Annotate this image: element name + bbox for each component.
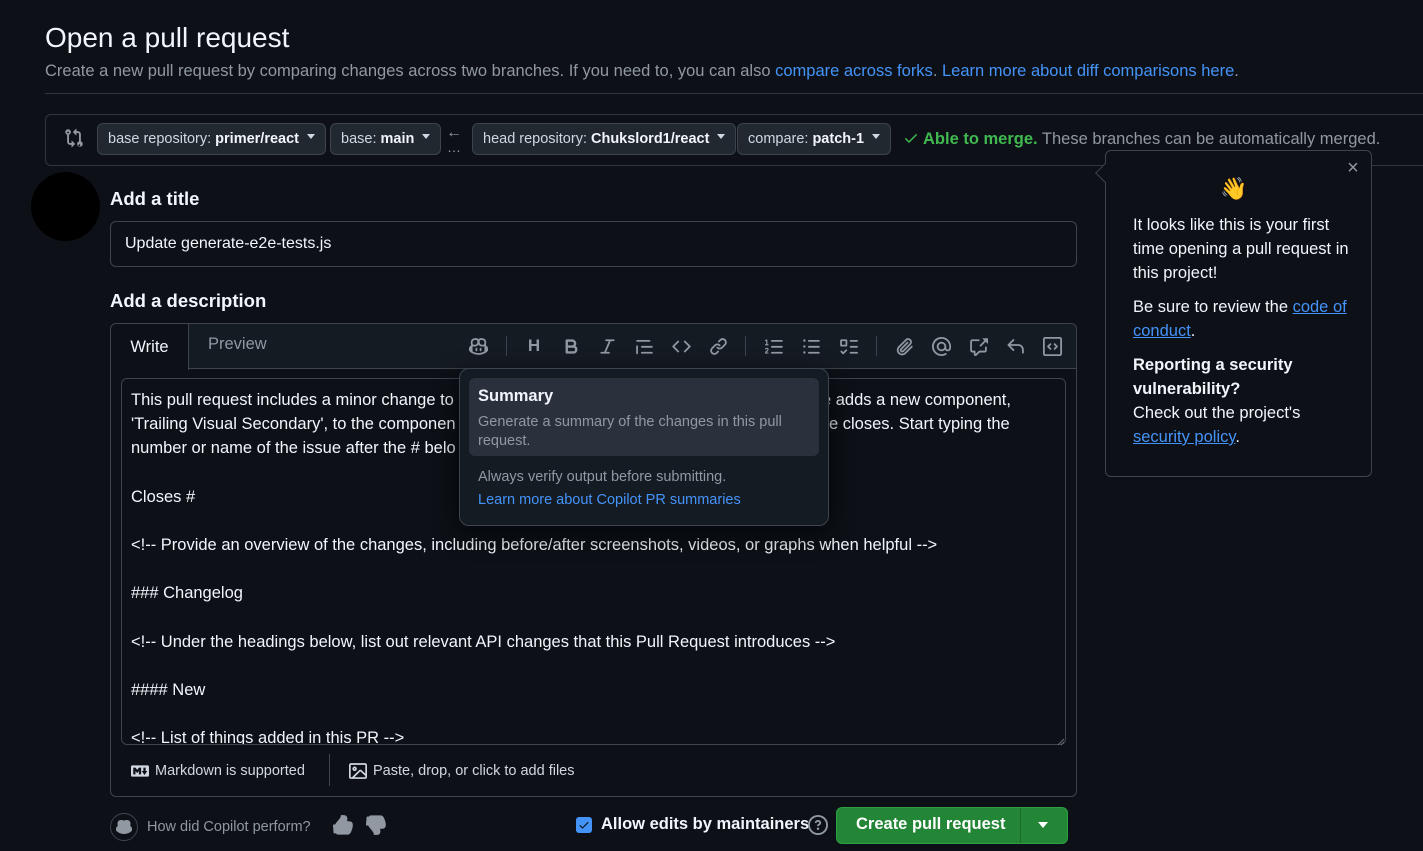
markdown-icon [131, 765, 149, 777]
learn-diff-link[interactable]: Learn more about diff comparisons here [942, 62, 1234, 80]
ordered-list-icon[interactable] [763, 335, 785, 357]
textarea-line: #### New [131, 681, 206, 699]
code-icon[interactable] [670, 335, 692, 357]
copilot-menu-item-title[interactable]: Summary [478, 387, 553, 406]
toolbar-separator [876, 336, 877, 356]
italic-icon[interactable] [596, 335, 618, 357]
heading-icon[interactable]: H [523, 335, 545, 357]
head-repository-select[interactable]: head repository: Chukslord1/react [472, 123, 737, 155]
footer-divider [329, 754, 330, 786]
page-subtitle: Create a new pull request by comparing c… [45, 62, 1239, 80]
thumbs-up-icon[interactable] [332, 815, 355, 837]
page-title: Open a pull request [45, 22, 290, 53]
security-policy-link[interactable]: security policy [1133, 428, 1235, 446]
link-icon[interactable] [707, 335, 729, 357]
cross-reference-icon[interactable] [967, 335, 989, 357]
create-options-dropdown[interactable] [1038, 822, 1048, 828]
tooltip-review: Be sure to review the code of conduct. [1133, 298, 1347, 340]
textarea-line: <!-- List of things added in this PR --> [131, 729, 405, 744]
copilot-feedback-icon [110, 813, 138, 841]
attach-files[interactable]: Paste, drop, or click to add files [349, 762, 575, 780]
resize-handle-icon[interactable] [1055, 733, 1065, 746]
textarea-line: <!-- Under the headings below, list out … [131, 633, 836, 651]
compare-branch-select[interactable]: compare: patch-1 [737, 123, 892, 155]
allow-edits-label[interactable]: Allow edits by maintainers [601, 815, 809, 834]
quote-icon[interactable] [633, 335, 655, 357]
compare-forks-link[interactable]: compare across forks [775, 62, 933, 80]
allow-edits-checkbox[interactable] [576, 817, 592, 833]
base-repository-select[interactable]: base repository: primer/react [97, 123, 326, 155]
merge-status: Able to merge. These branches can be aut… [903, 130, 1380, 149]
markdown-supported[interactable]: Markdown is supported [131, 762, 305, 780]
textarea-line: 'Trailing Visual Secondary', to the comp… [131, 415, 456, 433]
copilot-feedback-question: How did Copilot perform? [147, 819, 311, 835]
reply-icon[interactable] [1004, 335, 1026, 357]
copilot-learn-more-link[interactable]: Learn more about Copilot PR summaries [478, 492, 741, 508]
unordered-list-icon[interactable] [800, 335, 822, 357]
tooltip-security-heading: Reporting a security vulnerability? [1133, 356, 1293, 398]
tooltip-intro: It looks like this is your first time op… [1133, 216, 1349, 282]
textarea-line: This pull request includes a minor chang… [131, 391, 454, 409]
caret-down-icon [717, 134, 726, 139]
base-branch-select[interactable]: base: main [330, 123, 442, 155]
textarea-line: <!-- Provide an overview of the changes,… [131, 536, 938, 554]
toolbar-separator [745, 336, 746, 356]
title-label: Add a title [110, 188, 200, 209]
description-label: Add a description [110, 290, 267, 311]
paperclip-icon[interactable] [893, 335, 915, 357]
check-icon [905, 134, 917, 143]
copilot-menu-item-description: Generate a summary of the changes in thi… [478, 414, 782, 449]
title-input[interactable]: Update generate-e2e-tests.js [110, 221, 1077, 267]
toolbar-separator [506, 336, 507, 356]
textarea-overflow-clip: <!-- List of things added in this PR --> [122, 729, 1065, 744]
task-list-icon[interactable] [837, 335, 859, 357]
close-icon[interactable]: × [1343, 157, 1363, 179]
avatar[interactable] [31, 172, 100, 241]
copilot-menu-note: Always verify output before submitting. [478, 469, 727, 485]
button-divider [1020, 808, 1021, 843]
caret-down-icon [422, 134, 431, 139]
bold-icon[interactable] [560, 335, 582, 357]
wave-emoji: 👋 [1220, 176, 1248, 201]
create-pull-request-label[interactable]: Create pull request [856, 815, 1005, 834]
textarea-line: ### Changelog [131, 584, 243, 602]
textarea-line: e closes. Start typing the [829, 415, 1010, 433]
tab-write[interactable]: Write [111, 324, 189, 370]
ellipsis-icon: … [447, 139, 462, 155]
tab-preview[interactable]: Preview [208, 335, 267, 354]
thumbs-down-icon[interactable] [365, 815, 388, 837]
header-divider [45, 93, 1423, 94]
mention-icon[interactable] [930, 335, 952, 357]
textarea-line: number or name of the issue after the # … [131, 439, 456, 457]
git-compare-icon [64, 128, 84, 148]
caret-down-icon [872, 134, 881, 139]
tooltip-security: Check out the project's security policy. [1133, 404, 1301, 446]
slash-command-icon[interactable] [1041, 335, 1063, 357]
image-icon [349, 763, 367, 779]
textarea-line: e adds a new component, [822, 391, 1011, 409]
copilot-icon[interactable] [467, 335, 489, 357]
caret-down-icon [307, 134, 315, 139]
question-icon[interactable] [808, 815, 828, 835]
textarea-line: Closes # [131, 488, 196, 506]
